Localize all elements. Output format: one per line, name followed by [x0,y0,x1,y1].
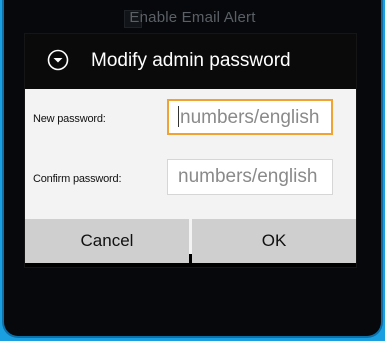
confirm-password-row: Confirm password: numbers/english [25,159,356,203]
dialog-title: Modify admin password [91,50,291,71]
confirm-password-label: Confirm password: [33,173,122,185]
chevron-down-circle-icon [47,49,69,71]
new-password-input[interactable]: numbers/english [167,99,333,135]
dialog-button-bar: Cancel OK [25,219,356,263]
new-password-row: New password: numbers/english [25,99,356,143]
new-password-placeholder: numbers/english [180,107,320,128]
dialog-header: Modify admin password [25,34,356,90]
device-screen: Enable Email Alert Modify admin password… [4,0,381,336]
text-cursor [178,106,179,127]
cancel-button[interactable]: Cancel [25,219,189,263]
confirm-password-input[interactable]: numbers/english [167,159,333,195]
new-password-label: New password: [33,113,106,125]
confirm-password-placeholder: numbers/english [178,166,318,187]
email-alert-label: Enable Email Alert [129,9,256,26]
ok-button[interactable]: OK [192,219,356,263]
dialog-body: New password: numbers/english Confirm pa… [25,89,356,263]
modify-password-dialog: Modify admin password New password: numb… [24,33,357,268]
